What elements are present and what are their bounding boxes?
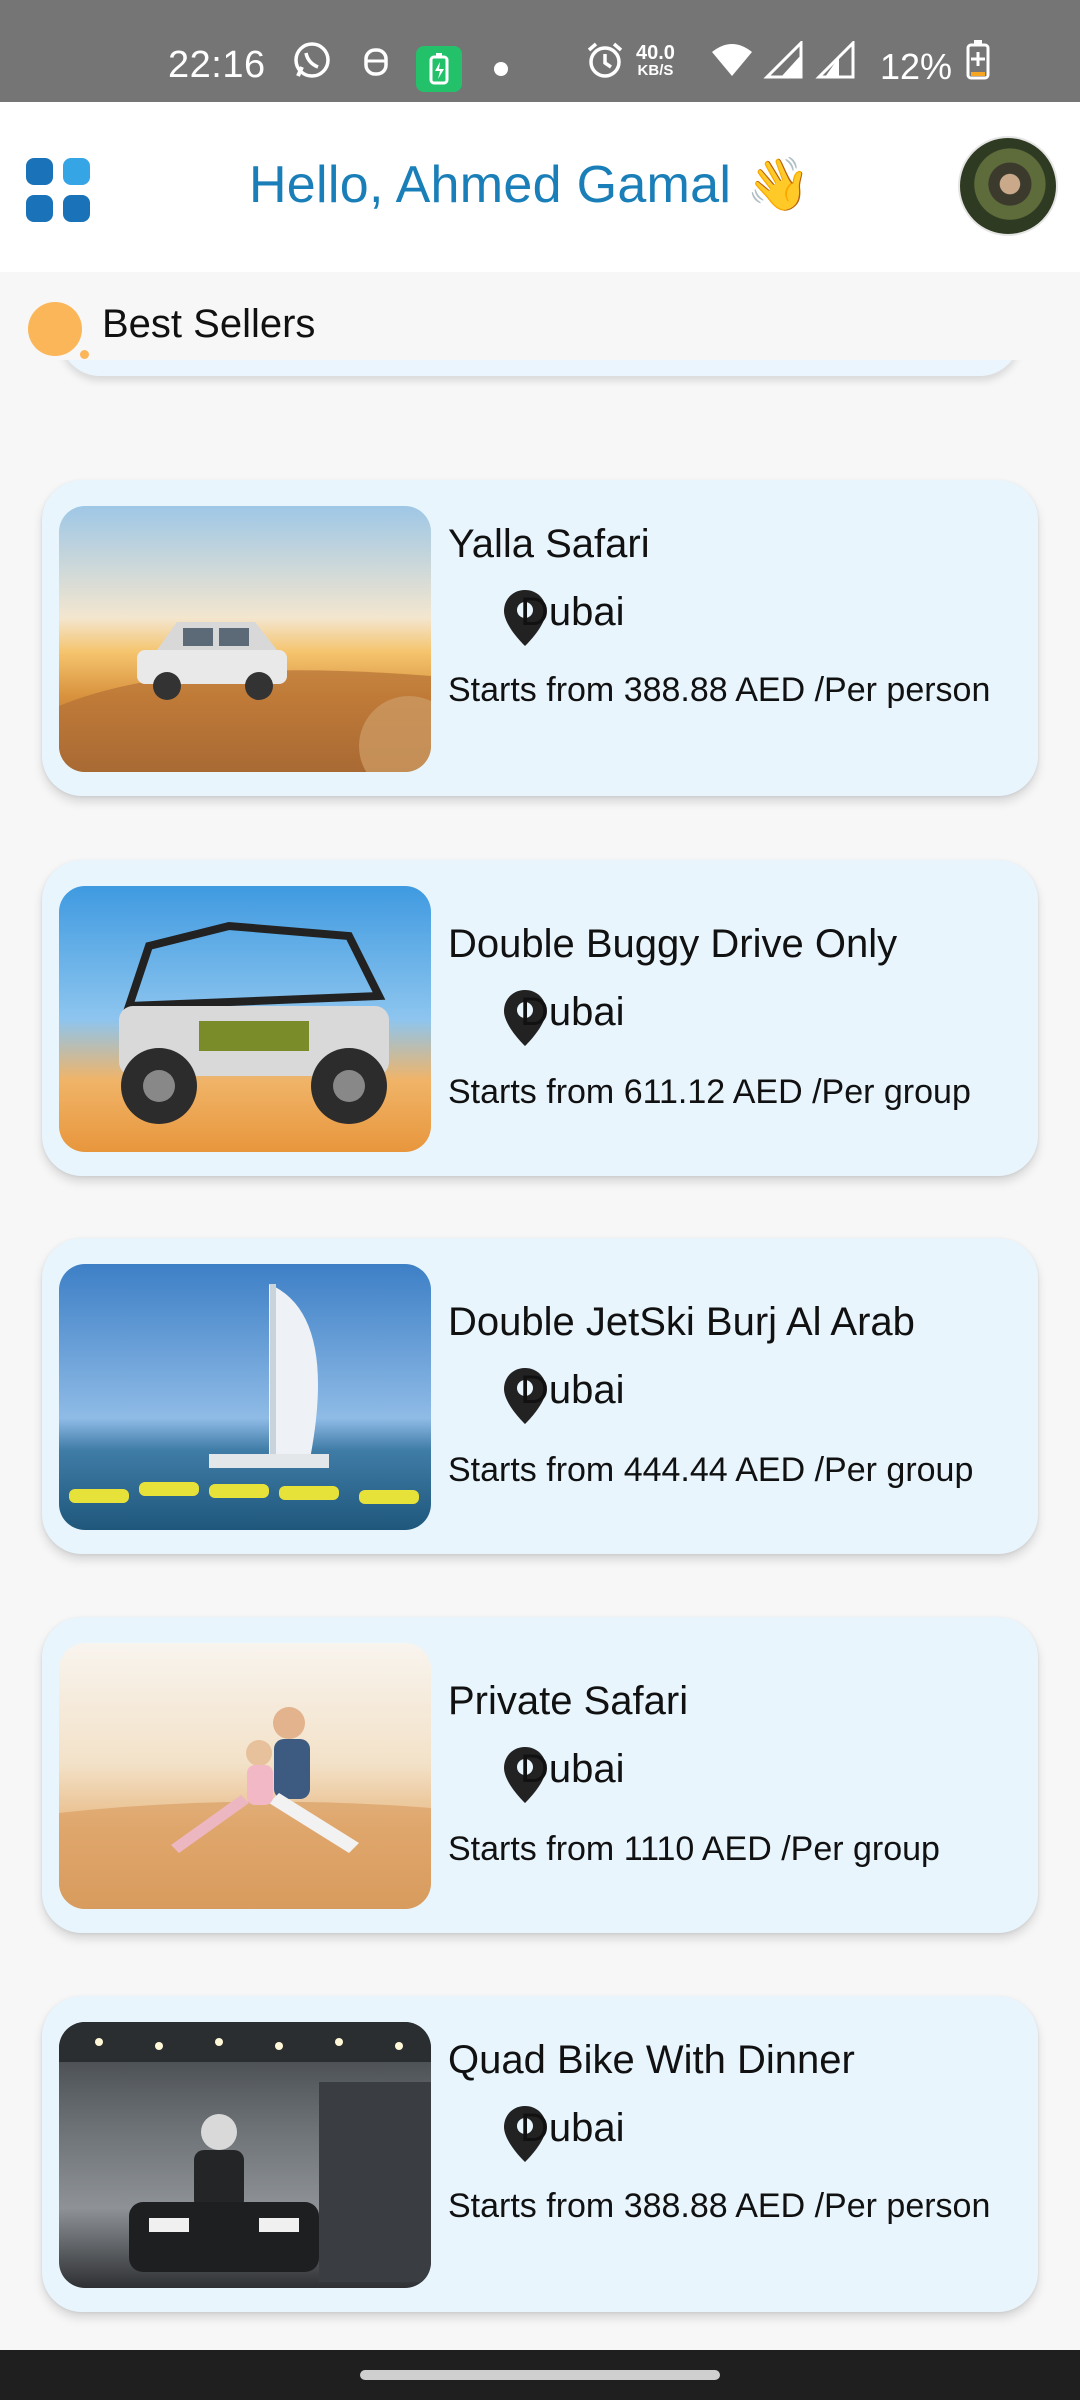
section-marker-icon: [28, 302, 82, 356]
battery-saver-app-icon: [416, 46, 462, 92]
notification-dot-icon: [494, 62, 508, 76]
listing-location: Dubai: [520, 2106, 625, 2150]
app-header: Hello, Ahmed Gamal 👋: [0, 102, 1080, 272]
listing-price: Starts from 1110 AED /Per group: [448, 1830, 940, 1868]
network-speed-value: 40.0: [636, 42, 675, 64]
listing-location: Dubai: [520, 590, 625, 634]
listing-image: [59, 886, 431, 1152]
listing-title: Private Safari: [448, 1679, 689, 1723]
listing-title: Double JetSki Burj Al Arab: [448, 1300, 915, 1344]
listing-price: Starts from 388.88 AED /Per person: [448, 671, 991, 709]
listing-image: [59, 506, 431, 772]
listing-title: Quad Bike With Dinner: [448, 2038, 855, 2082]
signal-strength-icon: [760, 40, 806, 80]
best-sellers-list[interactable]: Yalla Safari Dubai Starts from 388.88 AE…: [0, 360, 1080, 2350]
network-speed: 40.0 KB/S: [636, 42, 675, 80]
listing-title: Yalla Safari: [448, 522, 650, 566]
status-bar: 22:16 40.0 KB/S 12%: [0, 0, 1080, 102]
home-gesture-handle[interactable]: [360, 2370, 720, 2380]
best-sellers-section-header: Best Sellers: [0, 272, 1080, 360]
battery-percent: 12%: [880, 46, 953, 87]
network-speed-unit: KB/S: [637, 62, 674, 79]
listing-image: [59, 1264, 431, 1530]
listing-price: Starts from 388.88 AED /Per person: [448, 2187, 991, 2225]
listing-location: Dubai: [520, 990, 625, 1034]
list-item[interactable]: Double JetSki Burj Al Arab Dubai Starts …: [42, 1238, 1038, 1554]
listing-location: Dubai: [520, 1747, 625, 1791]
listing-price: Starts from 444.44 AED /Per group: [448, 1451, 974, 1489]
section-title: Best Sellers: [102, 302, 316, 346]
wifi-icon: [708, 40, 756, 80]
listing-title: Double Buggy Drive Only: [448, 922, 898, 966]
list-item-partial[interactable]: [60, 360, 1020, 376]
alarm-icon: [583, 40, 627, 80]
signal-roaming-icon: [812, 40, 858, 80]
bug-icon: [357, 40, 395, 80]
listing-image: [59, 2022, 431, 2288]
greeting-title: Hello, Ahmed Gamal 👋: [248, 156, 812, 214]
battery-icon: [962, 40, 994, 80]
listing-location: Dubai: [520, 1368, 625, 1412]
list-item[interactable]: Private Safari Dubai Starts from 1110 AE…: [42, 1617, 1038, 1933]
list-item[interactable]: Quad Bike With Dinner Dubai Starts from …: [42, 1996, 1038, 2312]
whatsapp-icon: [290, 40, 334, 80]
list-item[interactable]: Yalla Safari Dubai Starts from 388.88 AE…: [42, 480, 1038, 796]
avatar[interactable]: [958, 136, 1058, 236]
system-navigation-bar: [0, 2350, 1080, 2400]
listing-price: Starts from 611.12 AED /Per group: [448, 1073, 971, 1111]
status-time: 22:16: [168, 44, 266, 86]
listing-image: [59, 1643, 431, 1909]
list-item[interactable]: Double Buggy Drive Only Dubai Starts fro…: [42, 860, 1038, 1176]
